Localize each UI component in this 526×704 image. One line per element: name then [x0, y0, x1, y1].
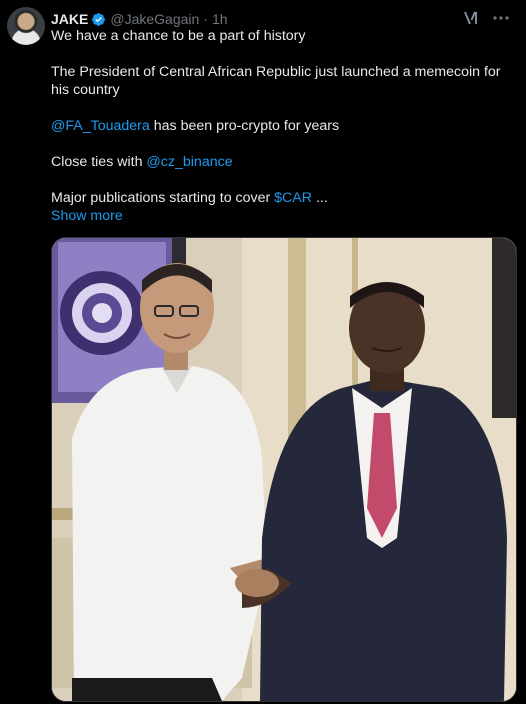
photo-illustration: [52, 238, 516, 701]
show-more-link[interactable]: Show more: [51, 207, 521, 225]
tweet-line-touadera-rest: has been pro-crypto for years: [149, 118, 340, 134]
tweet-line-publications-prefix: Major publications starting to cover: [51, 190, 275, 206]
tweet-text: We have a chance to be a part of history…: [51, 27, 521, 225]
tweet-line-publications: Major publications starting to cover $CA…: [51, 189, 521, 207]
author-handle[interactable]: @JakeGagain: [110, 11, 199, 27]
mention-fa-touadera[interactable]: @FA_Touadera: [51, 118, 150, 134]
tweet-line-touadera: @FA_Touadera has been pro-crypto for yea…: [51, 117, 521, 135]
author-avatar[interactable]: [7, 7, 45, 45]
tweet-line-history: We have a chance to be a part of history: [51, 28, 306, 44]
cashtag-car[interactable]: $CAR: [274, 190, 312, 206]
verified-badge-icon[interactable]: [91, 12, 106, 27]
separator-dot: ·: [203, 11, 208, 27]
tweet-header: JAKE @JakeGagain · 1h: [51, 9, 516, 29]
tweet-timestamp[interactable]: 1h: [212, 11, 228, 27]
tweet-line-binance-prefix: Close ties with: [51, 154, 147, 170]
more-options-icon[interactable]: [490, 9, 512, 27]
tweet-line-binance: Close ties with @cz_binance: [51, 153, 521, 171]
author-name[interactable]: JAKE: [51, 11, 88, 27]
tweet-line-publications-suffix: ...: [312, 190, 328, 206]
tweet-line-president: The President of Central African Republi…: [51, 64, 501, 98]
tweet-photo[interactable]: [51, 237, 517, 702]
grok-icon[interactable]: [462, 9, 480, 27]
mention-cz-binance[interactable]: @cz_binance: [146, 154, 232, 170]
